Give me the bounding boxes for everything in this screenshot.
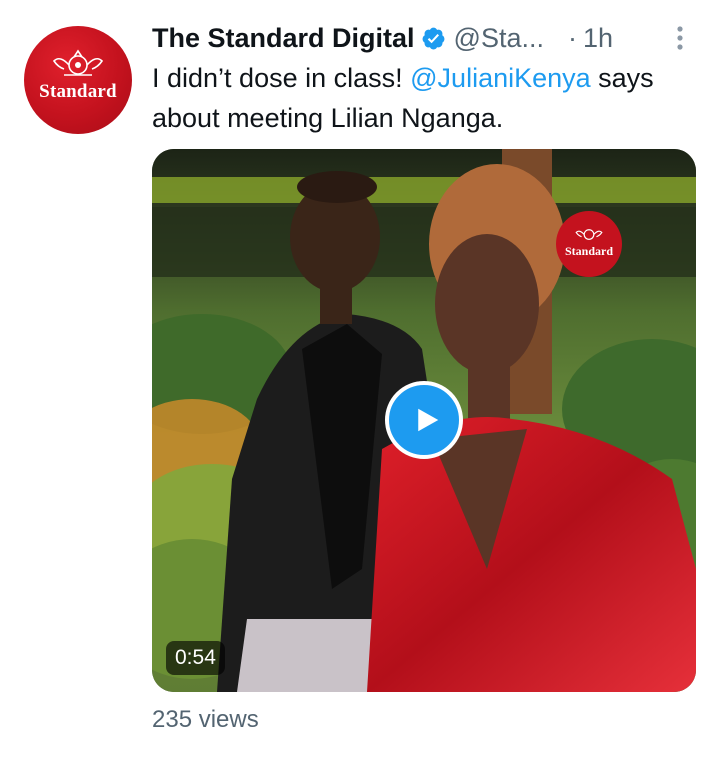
verified-badge-icon xyxy=(422,27,444,49)
crest-icon xyxy=(575,228,603,240)
standard-watermark: Standard xyxy=(556,211,622,277)
mention-link[interactable]: @JulianiKenya xyxy=(410,63,591,93)
tweet-text-part1: I didn’t dose in class! xyxy=(152,63,411,93)
tweet-header: The Standard Digital @Sta... · 1h xyxy=(152,18,702,58)
watermark-text: Standard xyxy=(564,243,614,258)
separator-dot: · xyxy=(567,22,577,53)
avatar[interactable]: Standard xyxy=(24,26,132,134)
display-name[interactable]: The Standard Digital xyxy=(152,23,415,54)
play-button[interactable] xyxy=(385,381,463,459)
tweet[interactable]: Standard The Standard Digital @Sta... · … xyxy=(0,0,720,758)
video-player[interactable]: Standard 0:54 xyxy=(152,149,696,692)
tweet-text: I didn’t dose in class! @JulianiKenya sa… xyxy=(152,58,692,138)
crest-icon xyxy=(52,49,104,76)
video-duration: 0:54 xyxy=(166,641,225,675)
timestamp[interactable]: 1h xyxy=(583,23,613,54)
play-icon xyxy=(417,408,438,432)
more-vertical-icon[interactable] xyxy=(673,24,687,52)
handle[interactable]: @Sta... xyxy=(454,23,544,54)
view-count: 235 views xyxy=(152,706,259,733)
avatar-logo-text: Standard xyxy=(39,81,117,102)
